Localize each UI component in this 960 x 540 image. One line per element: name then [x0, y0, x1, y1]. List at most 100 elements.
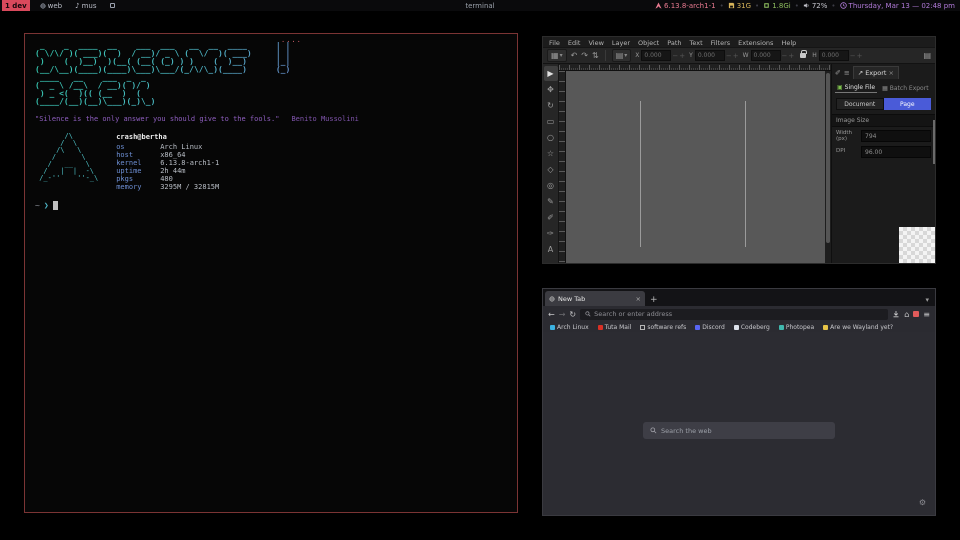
lock-ratio-icon[interactable] [800, 53, 806, 58]
bookmark-photopea[interactable]: Photopea [779, 324, 814, 331]
tool-3dbox[interactable]: ◇ [544, 162, 558, 177]
drawing-canvas[interactable] [566, 71, 825, 263]
forward-icon[interactable]: → [559, 310, 566, 319]
menu-icon[interactable]: ≡ [923, 310, 930, 319]
redo-icon[interactable]: ↷ [581, 51, 588, 60]
menu-layer[interactable]: Layer [612, 39, 630, 47]
decrement-icon[interactable]: − [850, 52, 856, 60]
fetch-row: hostx86_64 [116, 151, 219, 159]
inkscape-window[interactable]: File Edit View Layer Object Path Text Fi… [542, 36, 936, 264]
close-icon[interactable]: × [888, 69, 893, 77]
x-coordinate-spinner[interactable]: X 0.000 −+ [635, 50, 685, 61]
terminal-window[interactable]: _ _ ____ __ ___ ___ __ __ ____ | | ( \/\… [24, 33, 518, 513]
workspace-tag-web[interactable]: web [37, 0, 65, 11]
tab-close-icon[interactable]: × [636, 295, 641, 303]
menu-help[interactable]: Help [781, 39, 796, 47]
menu-text[interactable]: Text [690, 39, 703, 47]
favicon [734, 325, 739, 330]
status-modules: 6.13.8-arch1-1 • 31G • 1.8Gi • 72% • Thu… [655, 2, 960, 10]
menu-view[interactable]: View [588, 39, 603, 47]
tool-bezier[interactable]: ✐ [544, 210, 558, 225]
bookmark-folder-software-refs[interactable]: software refs [640, 324, 686, 331]
tool-node-editor[interactable]: ✥ [544, 82, 558, 97]
tool-spiral[interactable]: ◎ [544, 178, 558, 193]
width-input[interactable]: 794 [861, 130, 931, 142]
decrement-icon[interactable]: − [672, 52, 678, 60]
menu-filters[interactable]: Filters [711, 39, 730, 47]
back-icon[interactable]: ← [548, 310, 555, 319]
panel-scrollbar[interactable] [933, 120, 935, 164]
new-tab-button[interactable]: + [645, 295, 663, 306]
extension-icon[interactable] [913, 311, 919, 317]
document-button[interactable]: Document [836, 98, 884, 110]
tab-single-file[interactable]: ▣Single File [835, 83, 877, 93]
undo-icon[interactable]: ↶ [571, 51, 578, 60]
export-tab[interactable]: ↗ Export × [853, 66, 899, 79]
workspace-tag-empty[interactable] [107, 0, 118, 11]
export-scope-buttons: Document Page [832, 95, 935, 110]
tool-star[interactable]: ☆ [544, 146, 558, 161]
download-icon[interactable] [892, 310, 900, 318]
increment-icon[interactable]: + [733, 52, 739, 60]
bookmark-are-we-wayland-yet[interactable]: Are we Wayland yet? [823, 324, 893, 331]
workspace-tag-dev[interactable]: 1 dev [2, 0, 30, 11]
tool-pencil[interactable]: ✎ [544, 194, 558, 209]
workspace-tag-mus[interactable]: ♪ mus [72, 0, 99, 11]
menu-path[interactable]: Path [667, 39, 681, 47]
x-value[interactable]: 0.000 [641, 50, 671, 61]
inkscape-menubar: File Edit View Layer Object Path Text Fi… [543, 37, 935, 47]
text-cursor [53, 201, 58, 210]
tool-text[interactable]: A [544, 242, 558, 257]
shell-prompt[interactable]: ~ ❯ [35, 201, 507, 210]
increment-icon[interactable]: + [857, 52, 863, 60]
y-coordinate-spinner[interactable]: Y 0.000 −+ [689, 50, 738, 61]
menu-file[interactable]: File [549, 39, 560, 47]
flip-icon[interactable]: ⇅ [592, 51, 599, 60]
tool-rotate[interactable]: ↻ [544, 98, 558, 113]
image-size-section-label: Image Size [832, 114, 935, 127]
tool-ellipse[interactable]: ○ [544, 130, 558, 145]
h-value[interactable]: 0.000 [819, 50, 849, 61]
browser-window[interactable]: New Tab × + ▾ ← → ↻ Search or enter addr… [542, 288, 936, 516]
w-value[interactable]: 0.000 [751, 50, 781, 61]
scrollbar-thumb[interactable] [826, 73, 830, 243]
bookmark-codeberg[interactable]: Codeberg [734, 324, 770, 331]
menu-object[interactable]: Object [638, 39, 659, 47]
tool-rectangle[interactable]: ▭ [544, 114, 558, 129]
tab-batch-export[interactable]: ▦Batch Export [880, 83, 930, 93]
dpi-input[interactable]: 96.00 [861, 146, 931, 158]
layers-icon[interactable]: ≡ [844, 69, 850, 77]
y-value[interactable]: 0.000 [695, 50, 725, 61]
snap-options-dropdown[interactable]: ▦▾ [547, 49, 567, 62]
globe-icon [40, 3, 46, 9]
decrement-icon[interactable]: − [726, 52, 732, 60]
url-bar[interactable]: Search or enter address [580, 309, 888, 320]
increment-icon[interactable]: + [788, 52, 794, 60]
menu-extensions[interactable]: Extensions [738, 39, 773, 47]
align-dropdown[interactable]: ▤▾ [612, 49, 632, 62]
bookmark-arch-linux[interactable]: Arch Linux [550, 324, 589, 331]
home-icon[interactable]: ⌂ [904, 310, 909, 319]
decrement-icon[interactable]: − [782, 52, 788, 60]
tool-selector[interactable]: ▶ [544, 66, 558, 81]
edit-icon[interactable]: ✐ [835, 69, 841, 77]
gear-icon[interactable]: ⚙ [919, 498, 926, 507]
units-icon[interactable]: ▤ [923, 51, 931, 60]
bookmark-tuta-mail[interactable]: Tuta Mail [598, 324, 632, 331]
vertical-ruler[interactable] [559, 71, 566, 263]
horizontal-ruler[interactable] [559, 64, 831, 71]
reload-icon[interactable]: ↻ [569, 310, 576, 319]
tool-calligraphy[interactable]: ✑ [544, 226, 558, 241]
menu-edit[interactable]: Edit [568, 39, 581, 47]
prompt-path: ~ [35, 201, 40, 210]
arch-icon [655, 2, 662, 9]
increment-icon[interactable]: + [679, 52, 685, 60]
canvas-zone [559, 64, 831, 263]
width-spinner[interactable]: W 0.000 −+ [743, 50, 795, 61]
list-tabs-icon[interactable]: ▾ [921, 296, 933, 306]
active-tab[interactable]: New Tab × [545, 291, 645, 306]
web-search-input[interactable]: Search the web [643, 422, 835, 439]
bookmark-discord[interactable]: Discord [695, 324, 725, 331]
page-button[interactable]: Page [884, 98, 932, 110]
height-spinner[interactable]: H 0.000 −+ [812, 50, 862, 61]
